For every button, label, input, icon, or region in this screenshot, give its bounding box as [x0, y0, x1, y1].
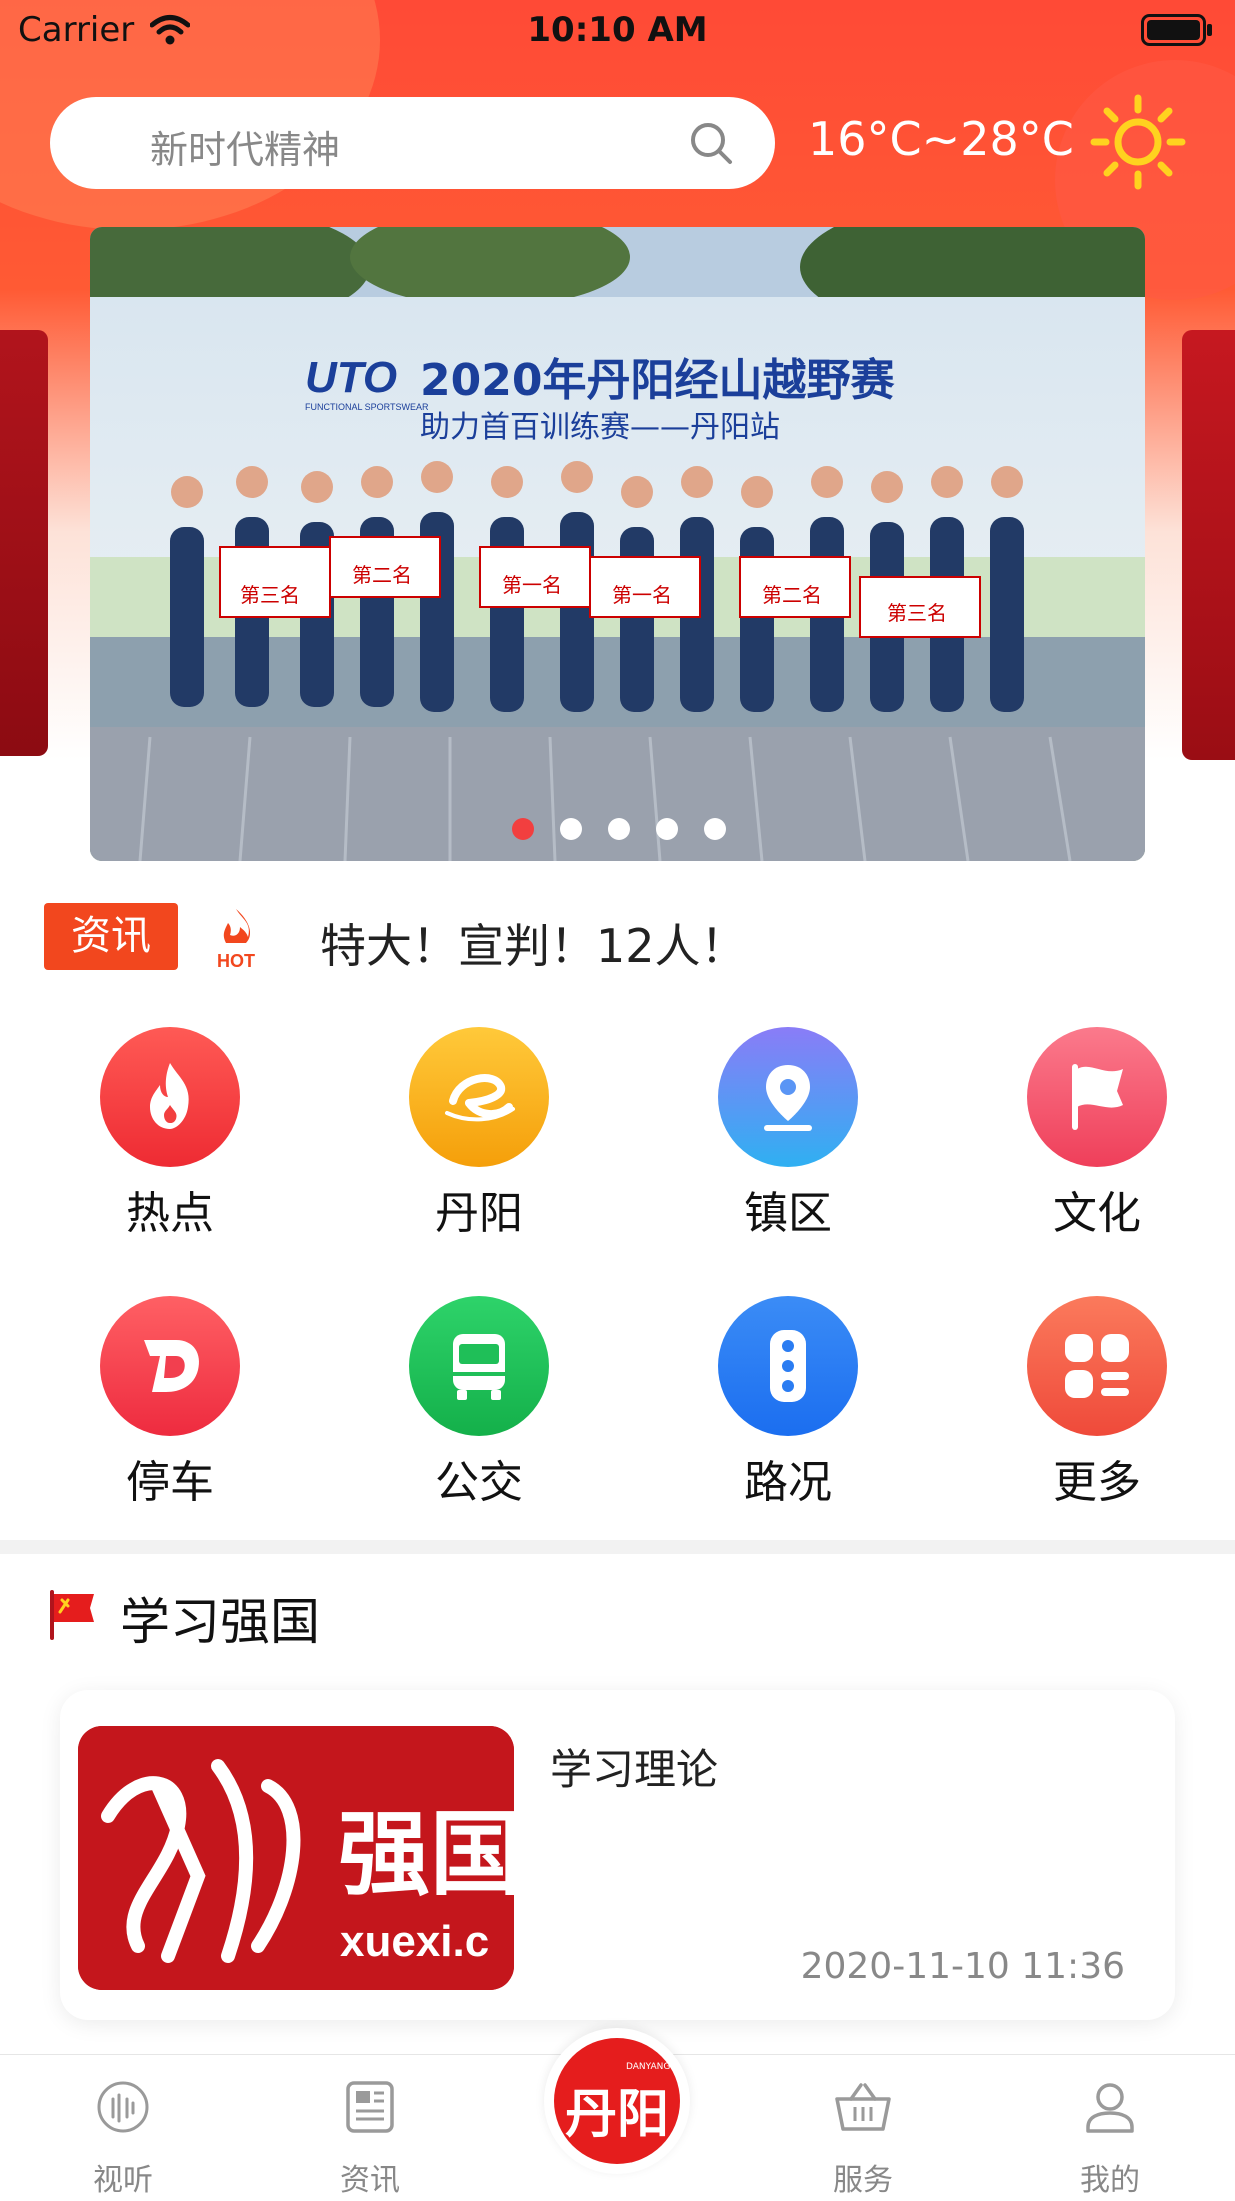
sun-icon[interactable] — [1090, 94, 1186, 190]
center-logo-sub: DANYANG — [626, 2062, 671, 2072]
placard-text: 第三名 — [887, 601, 947, 625]
banner-brand-sub: FUNCTIONAL SPORTSWEAR — [305, 402, 429, 412]
quick-item-label: 更多 — [1053, 1457, 1141, 1508]
quick-item-label: 镇区 — [744, 1188, 832, 1239]
carousel-dot-active[interactable] — [512, 818, 534, 840]
placard-text: 第三名 — [240, 583, 300, 607]
carousel-prev-card[interactable] — [0, 330, 48, 756]
center-logo-button[interactable]: 丹阳 DANYANG — [544, 2028, 690, 2174]
status-bar: Carrier 10:10 AM — [0, 0, 1235, 60]
tab-label: 视听 — [93, 2163, 153, 2198]
tab-profile[interactable]: 我的 — [1025, 2055, 1195, 2201]
quick-item-more[interactable]: 更多 — [997, 1296, 1197, 1526]
study-thumb-text: 强国 — [338, 1801, 514, 1908]
location-pin-icon — [718, 1027, 858, 1167]
study-card-title: 学习理论 — [550, 1745, 719, 1794]
danyang-logo-icon: 丹阳 DANYANG — [554, 2038, 680, 2164]
quick-item-danyang[interactable]: 丹阳 — [379, 1027, 579, 1257]
party-flag-icon — [50, 1590, 94, 1640]
placard-text: 第一名 — [612, 583, 672, 607]
quick-item-label: 热点 — [126, 1188, 214, 1239]
section-divider — [0, 1540, 1235, 1554]
carousel-dot[interactable] — [704, 818, 726, 840]
hot-label: HOT — [217, 951, 255, 971]
grid-more-icon — [1027, 1296, 1167, 1436]
study-thumb-url: xuexi.c — [340, 1917, 489, 1966]
hot-icon: HOT — [217, 909, 255, 971]
status-time: 10:10 AM — [527, 10, 708, 50]
quick-item-parking[interactable]: 停车 — [70, 1296, 270, 1526]
battery-icon — [1141, 14, 1212, 46]
center-logo-text: 丹阳 — [564, 2084, 669, 2145]
placard-text: 第二名 — [352, 563, 412, 587]
banner-brand: UTO — [305, 353, 397, 402]
quick-item-bus[interactable]: 公交 — [379, 1296, 579, 1526]
quick-item-culture[interactable]: 文化 — [997, 1027, 1197, 1257]
tab-services[interactable]: 服务 — [778, 2055, 948, 2201]
flame-icon — [100, 1027, 240, 1167]
weather-temperature[interactable]: 16°C~28°C — [808, 112, 1074, 166]
bus-icon — [409, 1296, 549, 1436]
study-thumbnail: 强国 xuexi.c — [78, 1726, 514, 1990]
study-card[interactable]: 强国 xuexi.c 学习理论 2020-11-10 11:36 — [60, 1690, 1175, 2020]
tab-label: 服务 — [833, 2163, 893, 2198]
user-icon — [1086, 2083, 1134, 2133]
news-headline[interactable]: 特大！宣判！12人！ — [320, 910, 747, 976]
flag-icon — [1027, 1027, 1167, 1167]
section-title: 学习强国 — [120, 1593, 320, 1651]
tab-news[interactable]: 资讯 — [285, 2055, 455, 2201]
traffic-light-icon — [718, 1296, 858, 1436]
parking-d-icon — [100, 1296, 240, 1436]
quick-item-label: 路况 — [744, 1457, 832, 1508]
carousel-next-card[interactable] — [1182, 330, 1235, 760]
study-card-date: 2020-11-10 11:36 — [800, 1946, 1125, 1987]
news-tag[interactable]: 资讯 — [44, 903, 178, 970]
search-icon[interactable] — [687, 119, 735, 167]
quick-item-traffic[interactable]: 路况 — [688, 1296, 888, 1526]
banner-carousel[interactable]: UTO FUNCTIONAL SPORTSWEAR 2020年丹阳经山越野赛 助… — [90, 227, 1145, 861]
carousel-dot[interactable] — [560, 818, 582, 840]
quick-item-label: 停车 — [126, 1457, 214, 1508]
quick-item-label: 丹阳 — [435, 1188, 523, 1239]
basket-icon — [835, 2083, 891, 2131]
quick-item-label: 公交 — [435, 1457, 523, 1508]
tab-audio-visual[interactable]: 视听 — [38, 2055, 208, 2201]
banner-image: UTO FUNCTIONAL SPORTSWEAR 2020年丹阳经山越野赛 助… — [90, 227, 1145, 861]
carousel-dot[interactable] — [608, 818, 630, 840]
tab-label: 我的 — [1080, 2163, 1140, 2198]
placard-text: 第一名 — [502, 573, 562, 597]
search-bar[interactable]: 新时代精神 — [50, 97, 775, 189]
quick-item-label: 文化 — [1053, 1188, 1141, 1239]
newspaper-icon — [346, 2081, 394, 2133]
quick-item-hotspot[interactable]: 热点 — [70, 1027, 270, 1257]
placard-text: 第二名 — [762, 583, 822, 607]
banner-title: 2020年丹阳经山越野赛 — [420, 355, 895, 406]
search-placeholder: 新时代精神 — [150, 128, 341, 172]
carousel-dot[interactable] — [656, 818, 678, 840]
tab-label: 资讯 — [340, 2163, 400, 2198]
audio-visual-icon — [97, 2081, 149, 2133]
carousel-indicator — [0, 818, 1235, 842]
banner-subtitle: 助力首百训练赛——丹阳站 — [420, 410, 780, 445]
quick-item-towns[interactable]: 镇区 — [688, 1027, 888, 1257]
e-logo-icon — [409, 1027, 549, 1167]
